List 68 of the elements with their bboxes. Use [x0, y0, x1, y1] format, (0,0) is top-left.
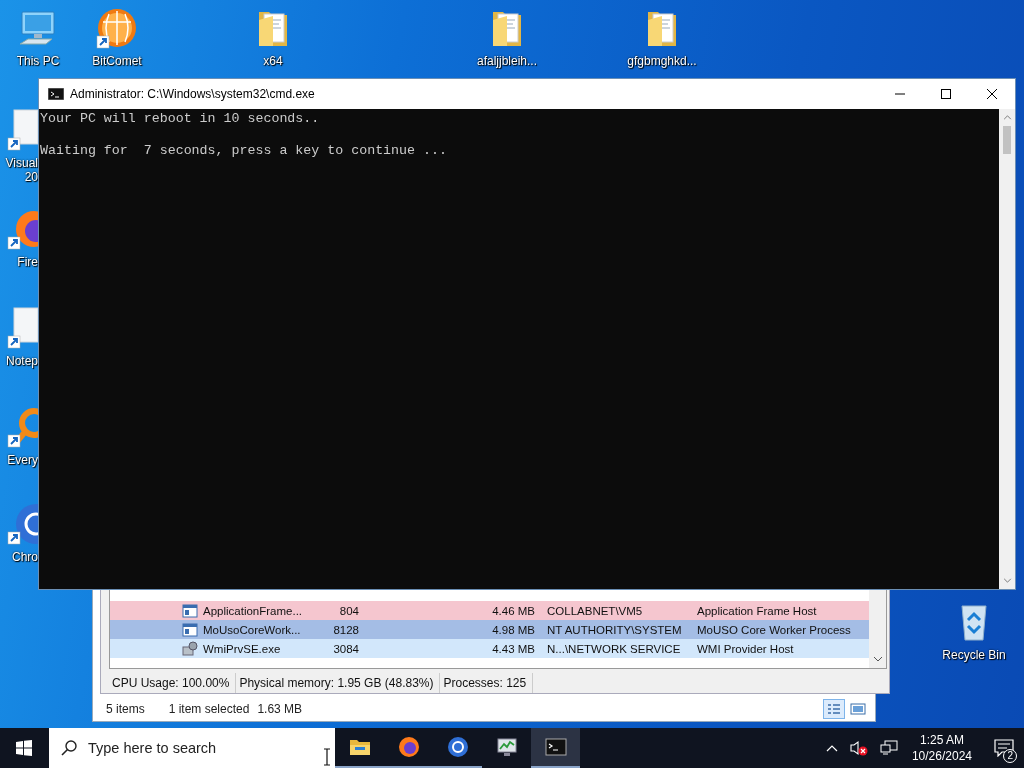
scrollbar[interactable] [869, 590, 886, 669]
desktop-shortcut[interactable]: gfgbmghkd... [617, 6, 707, 68]
maximize-icon [941, 89, 951, 99]
table-cell-text: 4.46 MB [491, 604, 535, 617]
console-text: Your PC will reboot in 10 seconds.. [40, 111, 321, 127]
desktop-shortcut[interactable]: x64 [233, 6, 313, 68]
scrollbar[interactable] [999, 109, 1015, 589]
status-text: 5 items [106, 702, 145, 716]
table-cell-text: MoUSO Core Worker Process [697, 623, 852, 636]
table-cell-text: COLLABNET\VM5 [547, 604, 644, 617]
table-cell-text: 3084 [332, 642, 359, 655]
desktop-shortcut[interactable]: Chro [0, 502, 38, 564]
desktop-shortcut[interactable]: BitComet [77, 6, 157, 68]
speaker-icon[interactable] [849, 740, 868, 756]
process-name: WmiPrvSE.exe [203, 642, 282, 655]
desktop-shortcut[interactable]: Notep [0, 306, 38, 368]
network-icon[interactable] [879, 740, 898, 756]
close-icon [987, 89, 997, 99]
chevron-down-icon [1002, 578, 1012, 583]
desktop-shortcut[interactable]: Recycle Bin [934, 600, 1014, 662]
clock[interactable]: 1:25 AM 10/26/2024 [911, 732, 972, 764]
status-text: 1 item selected [168, 702, 250, 716]
window-icon [182, 621, 198, 638]
details-view-button[interactable] [823, 699, 845, 719]
gears-icon [182, 640, 198, 657]
terminal-icon [543, 735, 568, 759]
list-icon [826, 702, 842, 716]
process-row[interactable]: MoUsoCoreWork... 8128 4.98 MB NT AUTHORITY\SYSTEM MoUSO Core Worker Process [110, 620, 869, 639]
table-cell-text: WMI Provider Host [697, 642, 795, 655]
round-browser-icon [445, 735, 470, 759]
table-cell-text: 4.98 MB [491, 623, 535, 636]
table-cell-text: 8128 [332, 623, 359, 636]
process-name: ApplicationFrame... [203, 604, 304, 617]
process-name: MoUsoCoreWork... [203, 623, 302, 636]
terminal-icon [48, 88, 64, 100]
chevron-down-icon [872, 656, 883, 663]
desktop-shortcut[interactable]: This PC [0, 6, 76, 68]
search-icon [61, 740, 77, 756]
status-text: Processes: 125 [440, 673, 534, 693]
window-icon [182, 602, 198, 619]
table-cell-text: 4.43 MB [491, 642, 535, 655]
window-title: Administrator: C:\Windows\system32\cmd.exe [70, 87, 315, 101]
status-text: CPU Usage: 100.00% [109, 673, 237, 693]
windows-logo-icon [16, 740, 32, 756]
table-cell-text: Application Frame Host [697, 604, 818, 617]
scroll-thumb[interactable] [1003, 126, 1011, 154]
process-row[interactable]: ApplicationFrame... 804 4.46 MB COLLABNET\VM5 Application Frame Host [110, 601, 869, 620]
monitor-chart-icon [494, 735, 519, 759]
notification-count: 2 [1003, 749, 1017, 763]
chat-bubble-icon [994, 739, 1014, 757]
status-text: 1.63 MB [257, 702, 303, 716]
table-cell-text: N...\NETWORK SERVICE [547, 642, 682, 655]
table-cell-text: 804 [338, 604, 359, 617]
table-cell-text: NT AUTHORITY\SYSTEM [547, 623, 683, 636]
taskbar-app[interactable] [531, 728, 580, 768]
desktop-shortcut[interactable]: Every [0, 405, 38, 467]
chevron-up-icon [1002, 115, 1012, 120]
text-cursor-icon [323, 748, 331, 766]
status-text: Physical memory: 1.95 GB (48.83%) [236, 673, 441, 693]
preview-pane-icon [850, 702, 866, 716]
console-text: Waiting for 7 seconds, press a key to continue ... [40, 143, 448, 159]
chevron-up-icon[interactable] [825, 744, 838, 752]
notifications-button[interactable]: 2 [984, 728, 1024, 768]
process-row[interactable]: WmiPrvSE.exe 3084 4.43 MB N...\NETWORK SERVICE WMI Provider Host [110, 639, 869, 658]
search-field[interactable]: Type here to search [49, 728, 335, 768]
fox-globe-icon [396, 735, 421, 759]
desktop-shortcut[interactable]: afaljjbleih... [462, 6, 552, 68]
desktop-shortcut[interactable]: Visual 20 [0, 108, 38, 184]
